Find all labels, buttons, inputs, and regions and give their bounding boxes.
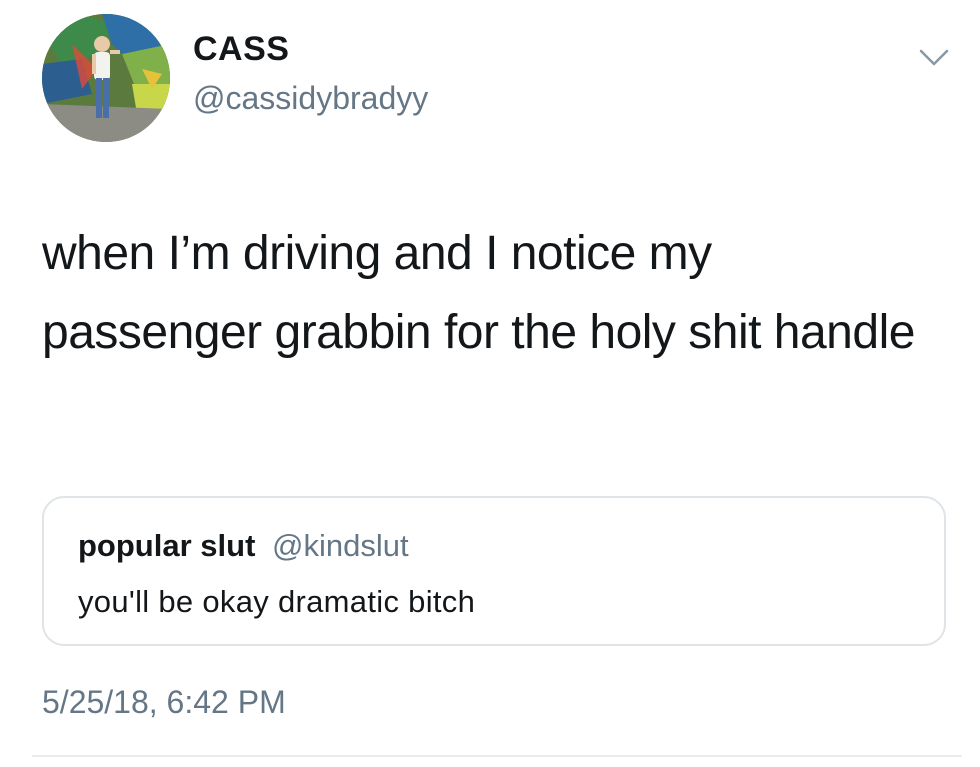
chevron-down-icon[interactable] (918, 46, 950, 70)
display-name[interactable]: CASS (193, 30, 289, 69)
avatar-image (42, 14, 170, 142)
quoted-user-handle: @kindslut (272, 528, 409, 563)
tweet-text: when I’m driving and I notice my passeng… (42, 227, 915, 359)
quoted-display-name: popular slut (78, 528, 256, 563)
quoted-tweet[interactable]: popular slut @kindslut you'll be okay dr… (42, 496, 946, 646)
tweet-timestamp[interactable]: 5/25/18, 6:42 PM (42, 684, 286, 721)
tweet-card: CASS @cassidybradyy when I’m driving and… (0, 0, 980, 767)
divider (32, 755, 962, 757)
quoted-tweet-header: popular slut @kindslut (78, 528, 409, 564)
quoted-tweet-text: you'll be okay dramatic bitch (78, 584, 476, 619)
avatar[interactable] (42, 14, 170, 142)
user-handle[interactable]: @cassidybradyy (193, 80, 428, 117)
